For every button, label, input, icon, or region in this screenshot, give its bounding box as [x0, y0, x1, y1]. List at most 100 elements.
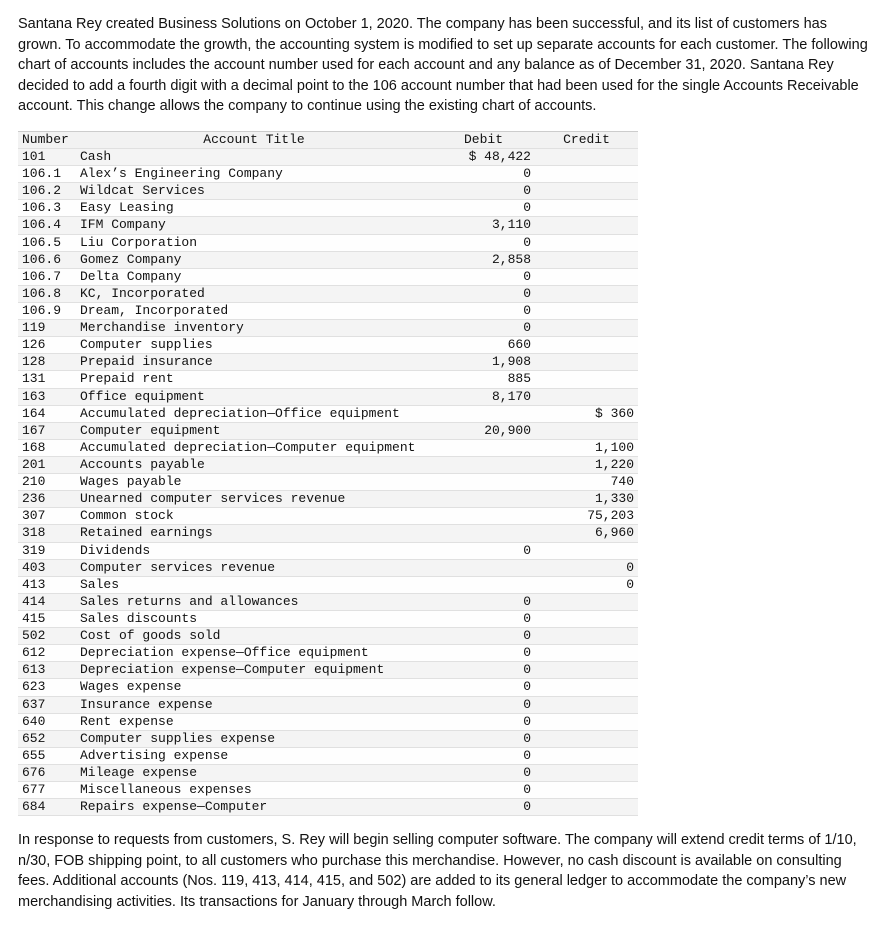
account-credit [535, 747, 638, 764]
account-number: 612 [18, 645, 76, 662]
account-debit: 0 [432, 268, 535, 285]
account-debit: 0 [432, 593, 535, 610]
account-debit: 0 [432, 645, 535, 662]
table-row: 676Mileage expense0 [18, 764, 638, 781]
account-title: Unearned computer services revenue [76, 491, 432, 508]
table-row: 201Accounts payable 1,220 [18, 456, 638, 473]
account-number: 677 [18, 782, 76, 799]
outro-paragraph: In response to requests from customers, … [18, 830, 872, 912]
table-row: 677Miscellaneous expenses0 [18, 782, 638, 799]
account-debit: 0 [432, 234, 535, 251]
account-credit: 6,960 [535, 525, 638, 542]
account-number: 415 [18, 610, 76, 627]
chart-of-accounts-table: Number Account Title Debit Credit 101Cas… [18, 131, 638, 816]
account-title: Dividends [76, 542, 432, 559]
table-row: 319Dividends0 [18, 542, 638, 559]
account-debit: 2,858 [432, 251, 535, 268]
account-debit: 0 [432, 166, 535, 183]
table-row: 403Computer services revenue0 [18, 559, 638, 576]
account-credit: 740 [535, 474, 638, 491]
account-debit [432, 491, 535, 508]
account-number: 210 [18, 474, 76, 491]
account-credit [535, 217, 638, 234]
account-title: Miscellaneous expenses [76, 782, 432, 799]
table-row: 163Office equipment8,170 [18, 388, 638, 405]
account-debit: 0 [432, 302, 535, 319]
table-row: 612Depreciation expense—Office equipment… [18, 645, 638, 662]
account-number: 623 [18, 679, 76, 696]
account-debit: 20,900 [432, 422, 535, 439]
col-number-header: Number [18, 131, 76, 148]
table-row: 128Prepaid insurance1,908 [18, 354, 638, 371]
table-row: 652Computer supplies expense0 [18, 730, 638, 747]
account-credit [535, 200, 638, 217]
account-number: 106.2 [18, 183, 76, 200]
account-number: 131 [18, 371, 76, 388]
account-debit: 0 [432, 764, 535, 781]
account-credit [535, 302, 638, 319]
account-title: Computer supplies expense [76, 730, 432, 747]
table-row: 307Common stock75,203 [18, 508, 638, 525]
table-row: 106.7Delta Company0 [18, 268, 638, 285]
account-credit: 0 [535, 559, 638, 576]
account-debit: 0 [432, 730, 535, 747]
account-credit [535, 422, 638, 439]
account-credit: 0 [535, 576, 638, 593]
account-number: 106.5 [18, 234, 76, 251]
account-credit [535, 593, 638, 610]
table-row: 164Accumulated depreciation—Office equip… [18, 405, 638, 422]
account-debit: 0 [432, 628, 535, 645]
account-credit: 75,203 [535, 508, 638, 525]
account-title: Rent expense [76, 713, 432, 730]
table-row: 684Repairs expense—Computer0 [18, 799, 638, 816]
account-title: KC, Incorporated [76, 285, 432, 302]
account-debit [432, 439, 535, 456]
account-title: Advertising expense [76, 747, 432, 764]
account-number: 106.9 [18, 302, 76, 319]
account-title: Insurance expense [76, 696, 432, 713]
account-title: Accumulated depreciation—Office equipmen… [76, 405, 432, 422]
account-debit [432, 576, 535, 593]
account-credit [535, 320, 638, 337]
account-credit: 1,100 [535, 439, 638, 456]
account-debit: 0 [432, 713, 535, 730]
account-credit [535, 149, 638, 166]
account-debit: 0 [432, 662, 535, 679]
account-number: 652 [18, 730, 76, 747]
account-credit: 1,220 [535, 456, 638, 473]
account-number: 106.8 [18, 285, 76, 302]
account-number: 307 [18, 508, 76, 525]
table-row: 613Depreciation expense—Computer equipme… [18, 662, 638, 679]
account-number: 201 [18, 456, 76, 473]
account-credit [535, 713, 638, 730]
table-row: 168Accumulated depreciation—Computer equ… [18, 439, 638, 456]
account-title: IFM Company [76, 217, 432, 234]
account-debit: 0 [432, 183, 535, 200]
account-debit: $ 48,422 [432, 149, 535, 166]
table-row: 119Merchandise inventory0 [18, 320, 638, 337]
account-credit [535, 782, 638, 799]
account-debit: 0 [432, 696, 535, 713]
account-number: 613 [18, 662, 76, 679]
account-number: 637 [18, 696, 76, 713]
account-title: Gomez Company [76, 251, 432, 268]
account-number: 640 [18, 713, 76, 730]
account-number: 164 [18, 405, 76, 422]
account-credit [535, 371, 638, 388]
account-title: Computer services revenue [76, 559, 432, 576]
account-title: Repairs expense—Computer [76, 799, 432, 816]
account-number: 126 [18, 337, 76, 354]
account-credit [535, 183, 638, 200]
account-number: 106.1 [18, 166, 76, 183]
account-number: 236 [18, 491, 76, 508]
account-debit [432, 456, 535, 473]
table-row: 106.6Gomez Company2,858 [18, 251, 638, 268]
account-debit: 0 [432, 542, 535, 559]
account-debit: 0 [432, 200, 535, 217]
account-number: 106.3 [18, 200, 76, 217]
account-title: Accounts payable [76, 456, 432, 473]
account-debit: 0 [432, 320, 535, 337]
account-title: Prepaid insurance [76, 354, 432, 371]
account-title: Delta Company [76, 268, 432, 285]
account-debit [432, 405, 535, 422]
